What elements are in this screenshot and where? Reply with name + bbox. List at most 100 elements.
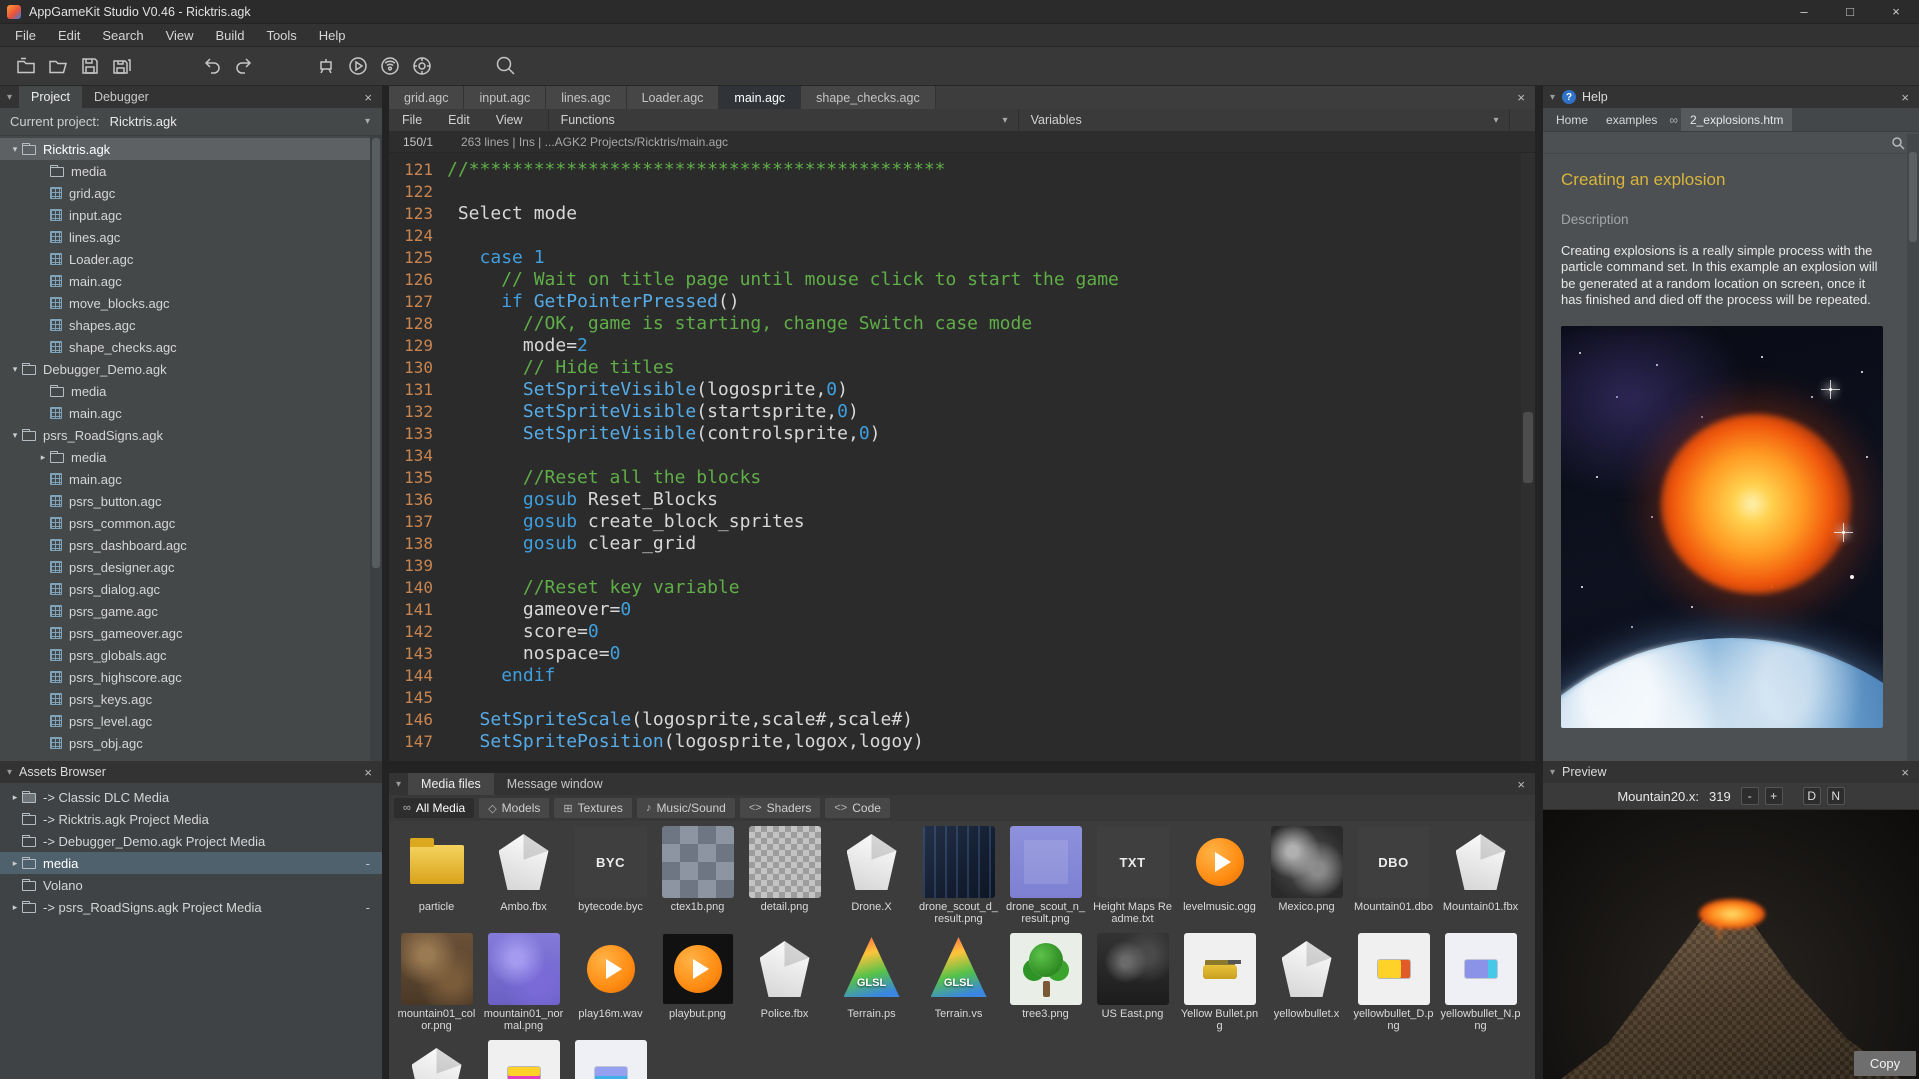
help-scrollbar[interactable] (1907, 134, 1919, 761)
editor-menu-item[interactable]: View (483, 109, 536, 131)
help-nav-tab[interactable]: examples (1597, 108, 1666, 131)
panel-tab[interactable]: Debugger (82, 86, 161, 108)
media-item[interactable]: GLSL Terrain.ps (830, 933, 914, 1040)
media-item[interactable]: drone_scout_n_result.png (1004, 826, 1088, 933)
menu-item[interactable]: Build (205, 24, 256, 46)
panel-tab[interactable]: Project (19, 86, 82, 108)
expander-icon[interactable] (36, 452, 50, 463)
close-icon[interactable]: × (354, 90, 382, 105)
tree-item[interactable]: grid.agc (0, 182, 370, 204)
collapse-button[interactable]: - (366, 856, 382, 871)
normal-toggle-button[interactable]: N (1827, 787, 1845, 805)
editor-tab[interactable]: Loader.agc (627, 86, 720, 109)
tree-item[interactable]: move_blocks.agc (0, 292, 370, 314)
media-item[interactable]: GLSL Terrain.vs (917, 933, 1001, 1040)
menu-item[interactable]: Tools (255, 24, 307, 46)
tree-item[interactable]: psrs_designer.agc (0, 556, 370, 578)
decrement-button[interactable]: - (1741, 787, 1759, 805)
close-icon[interactable]: × (1891, 90, 1919, 105)
media-item[interactable]: TXT Height Maps Readme.txt (1091, 826, 1175, 933)
media-item[interactable]: particle (395, 826, 479, 933)
asset-folder-row[interactable]: -> Ricktris.agk Project Media - (0, 808, 382, 830)
media-item[interactable]: mountain01_normal.png (482, 933, 566, 1040)
scrollbar-thumb[interactable] (1909, 152, 1917, 242)
tree-item[interactable]: shape_checks.agc (0, 336, 370, 358)
broadcast-button[interactable] (374, 50, 406, 82)
menu-item[interactable]: Help (308, 24, 357, 46)
expander-icon[interactable] (8, 144, 22, 155)
media-item[interactable]: BYC bytecode.byc (569, 826, 653, 933)
media-item[interactable]: US East.png (1091, 933, 1175, 1040)
editor-scrollbar[interactable] (1521, 153, 1535, 761)
media-item[interactable]: yellowbullet_N.png (1439, 933, 1522, 1040)
chevron-down-icon[interactable]: ▾ (389, 779, 408, 790)
media-item[interactable]: Ambo.fbx (482, 826, 566, 933)
menu-item[interactable]: Search (91, 24, 154, 46)
expander-icon[interactable] (8, 364, 22, 375)
current-project-row[interactable]: Current project: Ricktris.agk ▾ (0, 108, 382, 136)
media-item[interactable]: DBO Mountain01.dbo (1352, 826, 1436, 933)
chevron-down-icon[interactable]: ▾ (0, 767, 19, 778)
collapse-button[interactable]: - (366, 900, 382, 915)
close-icon[interactable]: × (1891, 765, 1919, 780)
media-item[interactable] (569, 1040, 653, 1079)
expander-icon[interactable] (8, 902, 22, 913)
chevron-down-icon[interactable]: ▾ (1543, 92, 1562, 103)
panel-tab[interactable]: Message window (494, 773, 616, 795)
close-button[interactable]: × (1873, 0, 1919, 23)
maximize-button[interactable]: □ (1827, 0, 1873, 23)
asset-folder-row[interactable]: -> psrs_RoadSigns.agk Project Media - (0, 896, 382, 918)
menu-item[interactable]: Edit (47, 24, 91, 46)
tree-item[interactable]: psrs_button.agc (0, 490, 370, 512)
editor-tab[interactable]: input.agc (464, 86, 546, 109)
asset-folder-row[interactable]: Volano - (0, 874, 382, 896)
help-nav-tab[interactable]: Home (1547, 108, 1597, 131)
run-button[interactable] (342, 50, 374, 82)
new-project-button[interactable] (10, 50, 42, 82)
editor-tab[interactable]: grid.agc (389, 86, 464, 109)
media-item[interactable]: mountain01_color.png (395, 933, 479, 1040)
chevron-down-icon[interactable]: ▾ (365, 116, 372, 127)
panel-tab[interactable]: Media files (408, 773, 494, 795)
tree-item[interactable]: Debugger_Demo.agk (0, 358, 370, 380)
help-document-tab[interactable]: 2_explosions.htm (1681, 108, 1792, 131)
media-item[interactable]: detail.png (743, 826, 827, 933)
close-icon[interactable]: × (354, 765, 382, 780)
save-button[interactable] (74, 50, 106, 82)
help-search-bar[interactable] (1543, 132, 1919, 154)
media-item[interactable]: yellowbullet_D.png (1352, 933, 1436, 1040)
media-item[interactable]: levelmusic.ogg (1178, 826, 1262, 933)
media-item[interactable]: Drone.X (830, 826, 914, 933)
media-item[interactable] (482, 1040, 566, 1079)
media-filter-button[interactable]: ⊞ Textures (554, 798, 632, 818)
media-item[interactable]: tree3.png (1004, 933, 1088, 1040)
editor-tab[interactable]: shape_checks.agc (801, 86, 936, 109)
tree-item[interactable]: psrs_globals.agc (0, 644, 370, 666)
tree-item[interactable]: Ricktris.agk (0, 138, 370, 160)
tree-item[interactable]: psrs_obj.agc (0, 732, 370, 754)
close-icon[interactable]: × (1507, 90, 1535, 105)
tree-item[interactable]: lines.agc (0, 226, 370, 248)
expander-icon[interactable] (8, 858, 22, 869)
save-all-button[interactable] (106, 50, 138, 82)
project-tree-scrollbar[interactable] (370, 136, 382, 761)
media-item[interactable]: Mexico.png (1265, 826, 1349, 933)
variables-dropdown[interactable]: Variables ▾ (1018, 109, 1510, 131)
media-filter-button[interactable]: ∞ All Media (394, 798, 474, 818)
tree-item[interactable]: main.agc (0, 402, 370, 424)
help-content[interactable]: Creating an explosion Description Creati… (1543, 156, 1907, 761)
media-item[interactable] (395, 1040, 479, 1079)
editor-tab[interactable]: lines.agc (546, 86, 626, 109)
media-item[interactable]: play16m.wav (569, 933, 653, 1040)
tree-item[interactable]: psrs_highscore.agc (0, 666, 370, 688)
model-preview-viewport[interactable]: Copy (1543, 810, 1919, 1079)
media-item[interactable]: playbut.png (656, 933, 740, 1040)
debug-button[interactable] (406, 50, 438, 82)
chevron-down-icon[interactable]: ▾ (1543, 767, 1562, 778)
open-project-button[interactable] (42, 50, 74, 82)
media-filter-button[interactable]: <> Shaders (740, 798, 821, 818)
asset-folder-row[interactable]: -> Classic DLC Media - (0, 786, 382, 808)
tree-item[interactable]: psrs_common.agc (0, 512, 370, 534)
undo-button[interactable] (196, 50, 228, 82)
asset-folder-row[interactable]: media - (0, 852, 382, 874)
